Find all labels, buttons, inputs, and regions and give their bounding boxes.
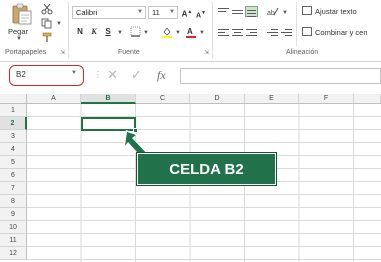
formula-bar-grip[interactable]: ⋮ — [94, 70, 102, 79]
svg-text:A: A — [187, 27, 193, 36]
align-left-icon[interactable] — [217, 27, 230, 38]
group-divider — [68, 2, 69, 58]
alignment-group-label: Alineación — [286, 49, 319, 56]
row-header-11[interactable]: 11 — [0, 234, 27, 247]
ribbon: Pegar ▼ ▼ Portapapeles ⇲ Calibri ▼ 11 ▼ … — [0, 0, 381, 62]
name-box-value: B2 — [16, 70, 26, 79]
insert-function-icon[interactable]: fx — [157, 68, 166, 82]
select-all-corner[interactable] — [0, 94, 27, 104]
group-divider — [212, 2, 213, 58]
chevron-down-icon[interactable]: ▼ — [113, 27, 127, 39]
chevron-down-icon[interactable]: ▼ — [16, 36, 22, 42]
column-header-c[interactable]: C — [136, 94, 190, 104]
italic-button[interactable]: K — [88, 26, 100, 38]
format-painter-icon[interactable] — [40, 32, 54, 44]
align-right-icon[interactable] — [245, 27, 258, 38]
font-name-value: Calibri — [76, 8, 98, 17]
chevron-down-icon[interactable]: ▼ — [195, 27, 209, 39]
enter-icon[interactable]: ✓ — [131, 68, 142, 82]
row-header-9[interactable]: 9 — [0, 208, 27, 221]
paste-button-label[interactable]: Pegar — [8, 27, 28, 36]
row-header-6[interactable]: 6 — [0, 169, 27, 182]
row-header-2[interactable]: 2 — [0, 117, 27, 130]
increase-indent-icon[interactable] — [280, 27, 293, 38]
wrap-text-label: Ajustar texto — [315, 7, 357, 16]
chevron-down-icon[interactable]: ▼ — [52, 18, 66, 30]
row-header-1[interactable]: 1 — [0, 104, 27, 117]
decrease-indent-icon[interactable] — [266, 27, 279, 38]
dialog-launcher-icon[interactable]: ⇲ — [60, 49, 65, 56]
font-name-select[interactable]: Calibri ▼ — [72, 6, 146, 19]
callout-text: CELDA B2 — [169, 161, 244, 178]
row-header-8[interactable]: 8 — [0, 195, 27, 208]
wrap-text-button[interactable]: Ajustar texto — [302, 6, 357, 18]
paste-icon[interactable] — [10, 2, 34, 26]
font-size-select[interactable]: 11 ▼ — [148, 6, 178, 19]
align-top-icon[interactable] — [217, 6, 230, 17]
chevron-down-icon[interactable]: ▼ — [278, 7, 292, 19]
chevron-down-icon[interactable]: ▼ — [139, 27, 153, 39]
column-header-f[interactable]: F — [299, 94, 354, 104]
font-group-label: Fuente — [118, 49, 140, 56]
row-header-7[interactable]: 7 — [0, 182, 27, 195]
column-header-d[interactable]: D — [190, 94, 245, 104]
group-divider — [296, 2, 297, 46]
wrap-text-icon — [302, 6, 312, 15]
cut-icon[interactable] — [40, 3, 54, 16]
row-header-4[interactable]: 4 — [0, 143, 27, 156]
merge-center-button[interactable]: Combinar y cen — [302, 27, 368, 39]
column-header-e[interactable]: E — [245, 94, 299, 104]
svg-text:ab: ab — [267, 10, 275, 17]
row-header-12[interactable]: 12 — [0, 247, 27, 260]
merge-center-label: Combinar y cen — [315, 28, 368, 37]
shrink-font-button[interactable]: A▼ — [195, 7, 207, 19]
merge-center-icon — [302, 27, 312, 36]
bold-button[interactable]: N — [74, 26, 86, 38]
row-header-10[interactable]: 10 — [0, 221, 27, 234]
formula-input[interactable] — [180, 68, 381, 84]
align-center-icon[interactable] — [231, 27, 244, 38]
chevron-down-icon[interactable]: ▼ — [169, 7, 175, 18]
column-header-a[interactable]: A — [27, 94, 81, 104]
clipboard-group-label: Portapapeles — [5, 49, 47, 56]
align-middle-icon[interactable] — [231, 6, 244, 17]
row-header-3[interactable]: 3 — [0, 130, 27, 143]
grow-font-button[interactable]: A▲ — [181, 6, 193, 19]
name-box[interactable]: B2 ▼ — [9, 65, 84, 86]
align-bottom-icon[interactable] — [245, 6, 258, 17]
chevron-down-icon[interactable]: ▼ — [71, 70, 77, 76]
font-size-value: 11 — [152, 8, 160, 17]
chevron-down-icon[interactable]: ▼ — [137, 7, 143, 18]
cancel-icon[interactable]: ✕ — [107, 68, 118, 82]
callout-label: CELDA B2 — [136, 152, 277, 186]
row-header-5[interactable]: 5 — [0, 156, 27, 169]
column-header-partial[interactable] — [354, 94, 381, 104]
chevron-down-icon[interactable]: ▼ — [171, 27, 185, 39]
dialog-launcher-icon[interactable]: ⇲ — [204, 49, 209, 56]
column-header-b[interactable]: B — [81, 94, 136, 104]
